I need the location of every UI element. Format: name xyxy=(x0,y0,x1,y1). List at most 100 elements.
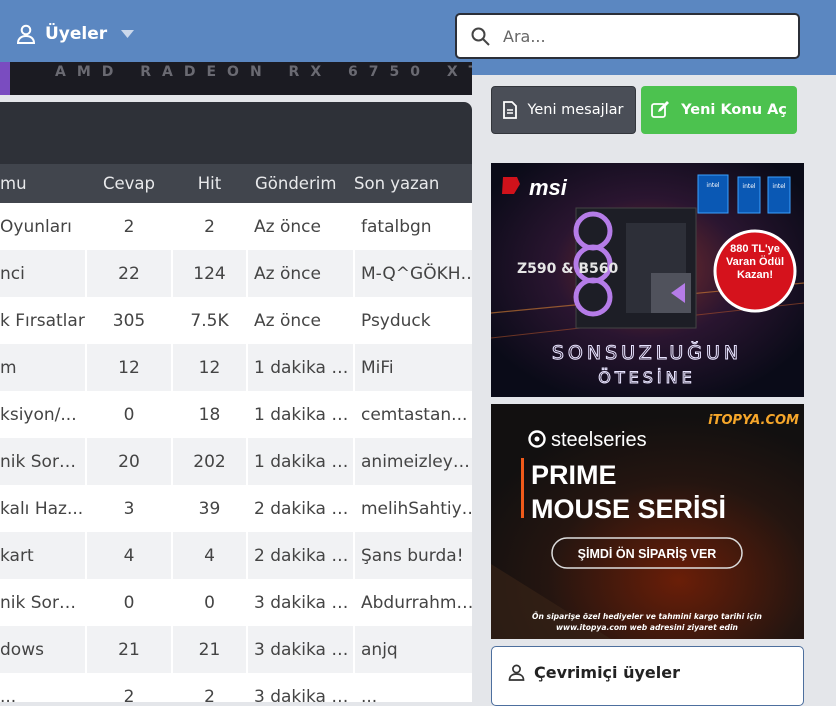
mouse-headline: MOUSE SERİSİ xyxy=(531,494,726,524)
table-row[interactable]: nik Soru...202021 dakika önceanimeizleye… xyxy=(0,438,472,485)
ad-footer-line1: Ön siparişe özel hediyeler ve tahmini ka… xyxy=(532,612,762,621)
topic-title[interactable]: nci xyxy=(0,250,87,297)
last-poster[interactable]: cemtastan... xyxy=(354,391,472,438)
topic-title[interactable]: ... xyxy=(0,673,87,702)
table-row[interactable]: ksiyon/...0181 dakika öncecemtastan... xyxy=(0,391,472,438)
view-count: 21 xyxy=(172,626,248,673)
last-poster[interactable]: ... xyxy=(354,673,472,702)
view-count: 2 xyxy=(172,673,248,702)
table-row[interactable]: nci22124Az önceM-Q^GÖKHAN xyxy=(0,250,472,297)
reply-count: 2 xyxy=(86,673,173,702)
prime-headline: PRIME xyxy=(531,460,617,490)
reply-count: 12 xyxy=(86,344,173,391)
view-count: 202 xyxy=(172,438,248,485)
search-icon xyxy=(471,27,490,46)
online-members-widget: Çevrimiçi üyeler xyxy=(491,646,804,706)
last-poster[interactable]: Psyduck xyxy=(354,297,472,344)
col-replies: Cevap xyxy=(86,164,172,203)
msi-ad[interactable]: msi intel intel intel Z590 & B560 880 TL… xyxy=(491,163,804,397)
new-messages-label: Yeni mesajlar xyxy=(527,102,624,118)
table-header-row: mu Cevap Hit Gönderim Son yazan xyxy=(0,164,472,203)
svg-text:steelseries: steelseries xyxy=(551,429,647,451)
table-row[interactable]: kalı Haz...3392 dakika öncemelihSahtiyan xyxy=(0,485,472,532)
col-topic: mu xyxy=(0,164,86,203)
intel-badges: intel intel intel xyxy=(697,174,791,214)
search-box[interactable] xyxy=(455,13,800,59)
table-row[interactable]: Oyunları 2 2 Az önce fatalbgn xyxy=(0,203,472,250)
reply-count: 2 xyxy=(86,203,173,250)
table-row[interactable]: dows21213 dakika önceanjq xyxy=(0,626,472,673)
topics-table: mu Cevap Hit Gönderim Son yazan Oyunları… xyxy=(0,164,472,702)
reply-count: 0 xyxy=(86,391,173,438)
reply-count: 305 xyxy=(86,297,173,344)
svg-text:intel: intel xyxy=(742,183,756,190)
topic-title[interactable]: m xyxy=(0,344,87,391)
view-count: 18 xyxy=(172,391,248,438)
new-topic-button[interactable]: Yeni Konu Aç xyxy=(641,86,797,134)
banner-text: AMD RADEON RX 6750 XT xyxy=(55,64,472,80)
online-members-label: Çevrimiçi üyeler xyxy=(534,663,680,682)
view-count: 2 xyxy=(172,203,248,250)
search-input[interactable] xyxy=(501,25,775,47)
last-poster[interactable]: M-Q^GÖKHAN xyxy=(354,250,472,297)
table-row[interactable]: nik Soru...003 dakika önceAbdurrahman... xyxy=(0,579,472,626)
svg-text:intel: intel xyxy=(706,182,720,189)
msi-boards-text: Z590 & B560 xyxy=(517,261,618,277)
members-menu[interactable]: Üyeler xyxy=(16,24,143,44)
last-poster[interactable]: MiFi xyxy=(354,344,472,391)
last-poster[interactable]: Abdurrahman... xyxy=(354,579,472,626)
topic-title[interactable]: k Fırsatlar xyxy=(0,297,87,344)
view-count: 124 xyxy=(172,250,248,297)
topic-title[interactable]: nik Soru... xyxy=(0,579,87,626)
last-poster[interactable]: anjq xyxy=(354,626,472,673)
view-count: 0 xyxy=(172,579,248,626)
itopya-logo: iTOPYA.COM xyxy=(708,413,799,428)
posted-time: 3 dakika önce xyxy=(247,626,355,673)
new-messages-button[interactable]: Yeni mesajlar xyxy=(491,86,636,134)
steelseries-ad[interactable]: iTOPYA.COM steelseries PRIME MOUSE SERİS… xyxy=(491,404,804,639)
col-views: Hit xyxy=(172,164,247,203)
col-posted: Gönderim xyxy=(247,164,354,203)
last-poster[interactable]: Şans burda! xyxy=(354,532,472,579)
topic-title[interactable]: Oyunları xyxy=(0,203,87,250)
svg-text:ŞİMDİ ÖN SİPARİŞ VER: ŞİMDİ ÖN SİPARİŞ VER xyxy=(578,546,717,561)
posted-time: 1 dakika önce xyxy=(247,344,355,391)
last-poster[interactable]: fatalbgn xyxy=(354,203,472,250)
posted-time: Az önce xyxy=(247,203,355,250)
view-count: 12 xyxy=(172,344,248,391)
reply-count: 22 xyxy=(86,250,173,297)
banner-accent xyxy=(0,62,10,95)
table-row[interactable]: m12121 dakika önceMiFi xyxy=(0,344,472,391)
topic-title[interactable]: ksiyon/... xyxy=(0,391,87,438)
online-members-title[interactable]: Çevrimiçi üyeler xyxy=(508,663,680,682)
reply-count: 21 xyxy=(86,626,173,673)
posted-time: 3 dakika önce xyxy=(247,579,355,626)
posted-time: 2 dakika önce xyxy=(247,485,355,532)
posted-time: 1 dakika önce xyxy=(247,391,355,438)
msi-ad-art: msi intel intel intel Z590 & B560 880 TL… xyxy=(491,163,804,397)
reply-count: 20 xyxy=(86,438,173,485)
steelseries-ad-art: iTOPYA.COM steelseries PRIME MOUSE SERİS… xyxy=(491,404,804,639)
table-row[interactable]: k Fırsatlar 305 7.5K Az önce Psyduck xyxy=(0,297,472,344)
user-icon xyxy=(16,24,36,44)
last-poster[interactable]: animeizleyen... xyxy=(354,438,472,485)
ad-footer-line2: www.itopya.com web adresini ziyaret edin xyxy=(556,623,738,632)
reply-count: 3 xyxy=(86,485,173,532)
top-banner-ad[interactable]: AMD RADEON RX 6750 XT xyxy=(0,62,472,95)
topic-title[interactable]: nik Soru... xyxy=(0,438,87,485)
reply-count: 4 xyxy=(86,532,173,579)
last-poster[interactable]: melihSahtiyan xyxy=(354,485,472,532)
table-row[interactable]: ...223 dakika önce... xyxy=(0,673,472,702)
user-icon xyxy=(508,664,525,681)
topic-title[interactable]: dows xyxy=(0,626,87,673)
view-count: 7.5K xyxy=(172,297,248,344)
topic-title[interactable]: kart xyxy=(0,532,87,579)
posted-time: Az önce xyxy=(247,297,355,344)
svg-text:msi: msi xyxy=(529,175,568,200)
msi-tagline-2: ÖTESİNE xyxy=(598,368,695,387)
posted-time: 2 dakika önce xyxy=(247,532,355,579)
topic-title[interactable]: kalı Haz... xyxy=(0,485,87,532)
table-row[interactable]: kart442 dakika önceŞans burda! xyxy=(0,532,472,579)
prize-badge: 880 TL'ye Varan Ödül Kazan! xyxy=(713,229,797,313)
posted-time: 3 dakika önce xyxy=(247,673,355,702)
